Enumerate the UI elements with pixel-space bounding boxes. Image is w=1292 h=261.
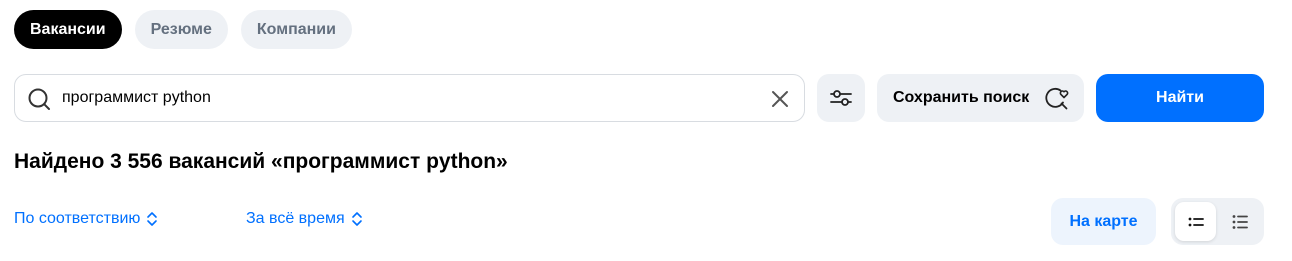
filters-button[interactable] xyxy=(817,74,865,122)
save-search-label: Сохранить поиск xyxy=(893,89,1030,106)
list-compact-icon xyxy=(1188,217,1204,226)
save-search-button[interactable]: Сохранить поиск xyxy=(877,74,1084,122)
detailed-view-option[interactable] xyxy=(1219,202,1260,241)
search-heart-icon xyxy=(1045,87,1069,110)
sort-order-label: По соответствию xyxy=(14,210,141,227)
search-icon xyxy=(28,88,50,110)
sliders-icon xyxy=(830,90,852,106)
chevron-updown-icon xyxy=(351,212,362,226)
chevron-updown-icon xyxy=(147,212,158,226)
find-button[interactable]: Найти xyxy=(1096,74,1264,122)
compact-view-option[interactable] xyxy=(1175,202,1216,241)
close-icon[interactable] xyxy=(768,87,792,111)
list-view-toggle xyxy=(1171,198,1264,245)
period-dropdown[interactable]: За всё время xyxy=(246,210,364,228)
list-detailed-icon xyxy=(1232,214,1248,229)
results-count-title: Найдено 3 556 вакансий «программист pyth… xyxy=(14,150,508,173)
tab-vacancies[interactable]: Вакансии xyxy=(14,10,122,49)
tab-companies[interactable]: Компании xyxy=(240,10,352,49)
period-label: За всё время xyxy=(246,210,345,227)
map-view-button[interactable]: На карте xyxy=(1051,198,1156,245)
search-type-tabs: Вакансии Резюме Компании xyxy=(14,10,352,49)
sort-order-dropdown[interactable]: По соответствию xyxy=(14,210,159,228)
search-input[interactable] xyxy=(62,75,762,121)
search-box xyxy=(14,74,805,122)
tab-resumes[interactable]: Резюме xyxy=(134,10,228,49)
